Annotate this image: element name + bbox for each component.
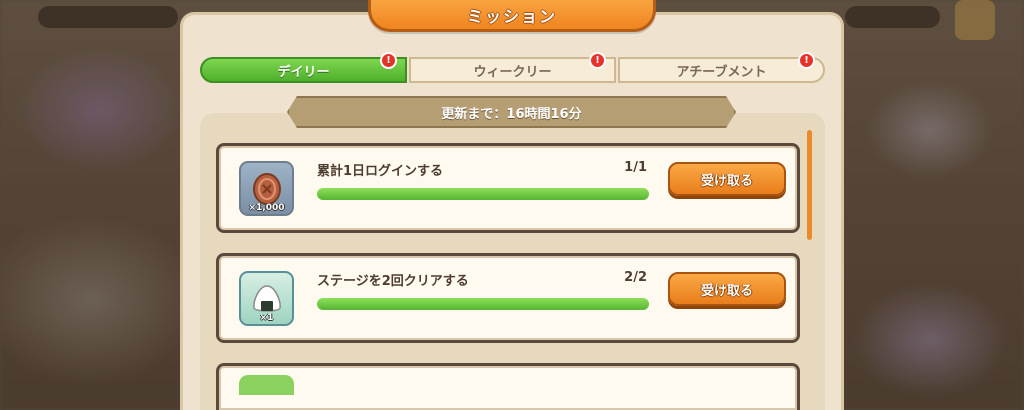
mission-card (216, 363, 800, 410)
tab-weekly[interactable]: ウィークリー ! (409, 52, 616, 83)
rice-ball-icon (252, 284, 281, 312)
progress-bar-fill (317, 188, 649, 200)
progress-count: 2/2 (624, 270, 647, 285)
progress-bar (317, 298, 649, 310)
claim-button[interactable]: 受け取る (668, 162, 786, 196)
notification-badge-icon: ! (589, 52, 606, 69)
refresh-timer: 更新まで：16時間16分 (287, 96, 736, 128)
tab-bar: デイリー ! ウィークリー ! アチーブメント ! (200, 52, 825, 83)
progress-bar-fill (317, 298, 649, 310)
scrollbar[interactable] (807, 130, 812, 240)
reward-slot: ×1 (239, 271, 294, 326)
reward-slot: ×1,000 (239, 161, 294, 216)
progress-bar (317, 188, 649, 200)
tab-daily[interactable]: デイリー ! (200, 52, 407, 83)
mission-card: ×1,000 累計1日ログインする 1/1 受け取る (216, 143, 800, 233)
coin-icon (252, 172, 281, 205)
mission-card: ×1 ステージを2回クリアする 2/2 受け取る (216, 253, 800, 343)
progress-count: 1/1 (624, 160, 647, 175)
tab-label: デイリー (277, 64, 330, 80)
notification-badge-icon: ! (798, 52, 815, 69)
reward-slot (239, 375, 294, 395)
page-title: ミッション (466, 6, 557, 26)
reward-quantity: ×1 (259, 313, 274, 323)
tab-label: アチーブメント (676, 64, 767, 80)
tab-label: ウィークリー (473, 64, 552, 80)
notification-badge-icon: ! (380, 52, 397, 69)
claim-button[interactable]: 受け取る (668, 272, 786, 306)
tab-achievement[interactable]: アチーブメント ! (618, 52, 825, 83)
mission-description: ステージを2回クリアする (317, 274, 469, 289)
title-plate: ミッション (368, 0, 656, 32)
mission-description: 累計1日ログインする (317, 164, 444, 179)
reward-quantity: ×1,000 (248, 203, 285, 213)
